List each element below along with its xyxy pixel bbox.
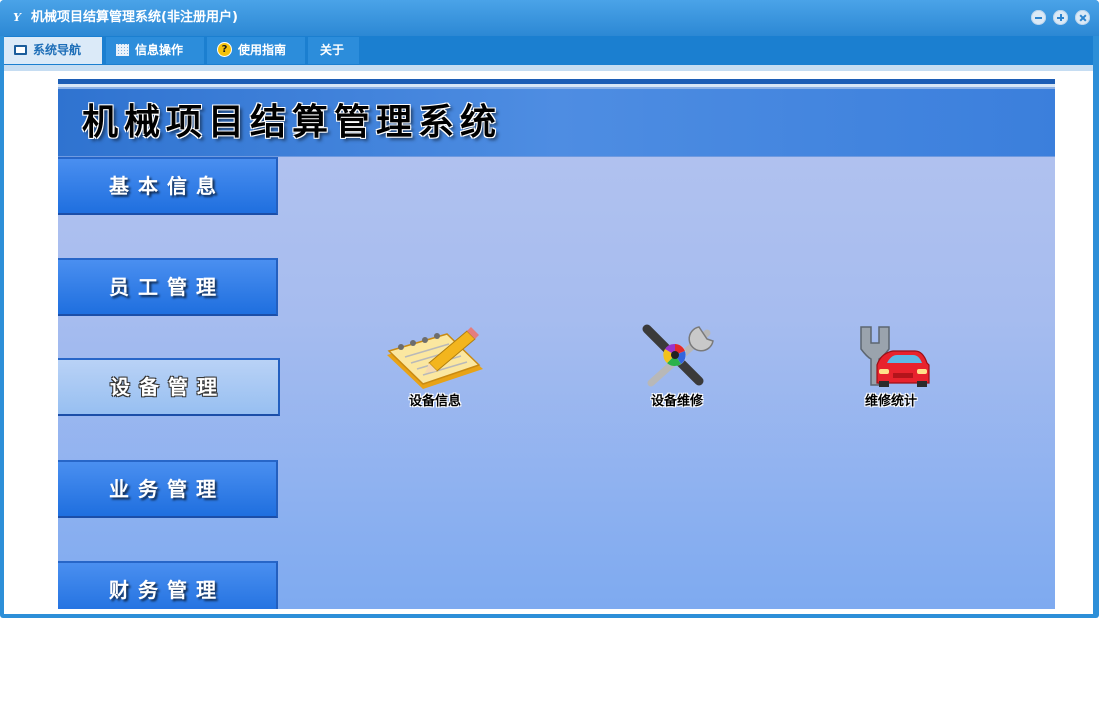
car-wrench-icon [860, 326, 930, 387]
screwdriver-wrench-icon [642, 324, 714, 387]
tab-about[interactable]: 关于 [308, 37, 359, 64]
sidebar-item-equipment-management[interactable]: 设备管理 [58, 358, 280, 416]
system-banner: 机械项目结算管理系统 [58, 89, 1055, 156]
equipment-info-button[interactable]: 设备信息 [365, 323, 505, 423]
tab-label: 使用指南 [238, 43, 287, 57]
monitor-icon [14, 44, 27, 55]
sidebar-item-basic-info[interactable]: 基本信息 [58, 157, 278, 215]
maximize-icon[interactable] [1053, 10, 1068, 25]
navigation-panel: 机械项目结算管理系统 基本信息 员工管理 设备管理 业务管理 财务管理 设备信息 [58, 79, 1055, 609]
grid-icon [116, 43, 129, 56]
minimize-icon[interactable] [1031, 10, 1046, 25]
equipment-repair-label: 设备维修 [650, 394, 703, 409]
tab-system-navigation[interactable]: 系统导航 [4, 37, 102, 64]
tab-label: 关于 [320, 43, 345, 57]
sidebar-item-finance-management[interactable]: 财务管理 [58, 561, 278, 609]
sidebar-item-business-management[interactable]: 业务管理 [58, 460, 278, 518]
tab-user-guide[interactable]: ? 使用指南 [207, 37, 305, 64]
equipment-info-label: 设备信息 [408, 394, 461, 409]
title-bar[interactable]: Y 机械项目结算管理系统(非注册用户) [0, 0, 1099, 36]
tab-information-operation[interactable]: 信息操作 [106, 37, 204, 64]
tab-label: 信息操作 [135, 43, 184, 57]
equipment-repair-button[interactable]: 设备维修 [607, 323, 747, 423]
window-title: 机械项目结算管理系统(非注册用户) [31, 10, 238, 25]
app-logo-icon: Y [13, 11, 21, 24]
banner-title: 机械项目结算管理系统 [82, 101, 503, 143]
help-icon: ? [217, 42, 232, 57]
repair-statistics-button[interactable]: 维修统计 [821, 323, 961, 423]
menu-bar: 系统导航 信息操作 ? 使用指南 关于 [4, 36, 1093, 65]
close-icon[interactable] [1075, 10, 1090, 25]
repair-statistics-label: 维修统计 [864, 394, 917, 409]
notebook-pencil-icon [387, 327, 483, 389]
sidebar-item-staff-management[interactable]: 员工管理 [58, 258, 278, 316]
tab-label: 系统导航 [33, 43, 82, 57]
